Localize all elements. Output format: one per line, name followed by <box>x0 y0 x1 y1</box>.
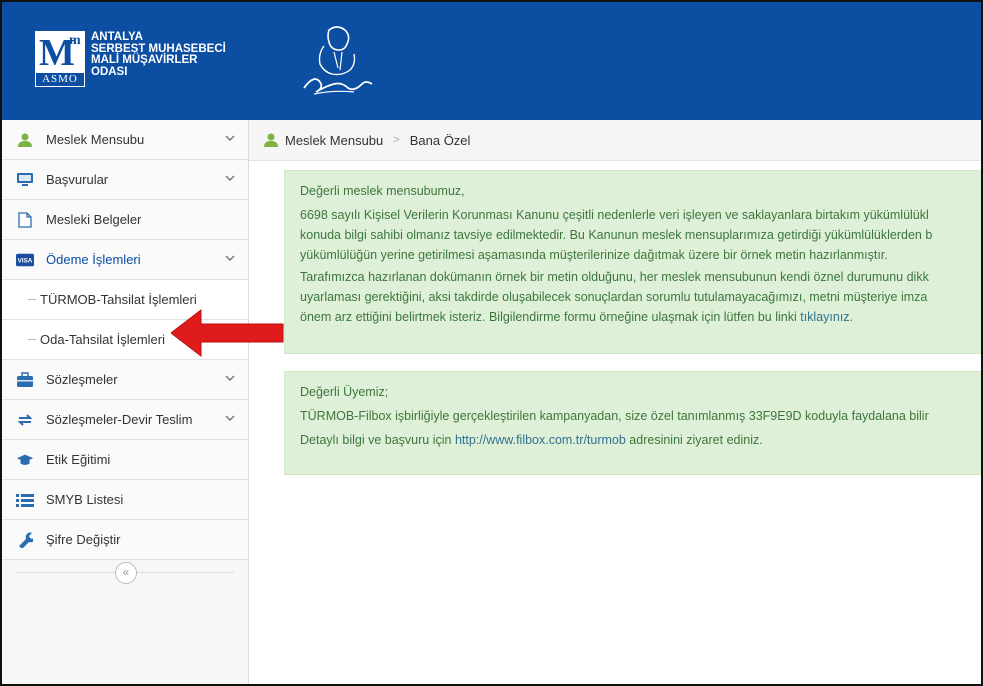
sidebar-item-label: Etik Eğitimi <box>46 452 111 467</box>
org-name-line: ODASI <box>91 65 128 78</box>
alert-text-line: TÜRMOB-Filbox işbirliğiyle gerçekleştiri… <box>300 409 929 423</box>
alert-text-line: yükümlülüğün yerine getirilmesi aşamasın… <box>300 248 888 262</box>
graduation-cap-icon <box>16 451 34 469</box>
alert-greeting: Değerli Üyemiz; <box>300 385 389 399</box>
briefcase-icon <box>16 371 34 389</box>
alert-text-line: 6698 sayılı Kişisel Verilerin Korunması … <box>300 208 929 222</box>
sidebar-item-sozlesmeler-devir-teslim[interactable]: Sözleşmeler-Devir Teslim <box>2 400 248 440</box>
app-window: M m ASMO ANTALYA SERBEST MUHASEBECİ MALİ… <box>0 0 983 686</box>
alert-text-line: önem arz ettiğini belirtmek isteriz. Bil… <box>300 307 981 327</box>
sidebar-item-label: SMYB Listesi <box>46 492 124 507</box>
alert-text: adresinini ziyaret ediniz. <box>625 433 763 447</box>
chevron-down-icon <box>225 175 235 182</box>
red-pointer-arrow-icon <box>171 308 284 358</box>
sidebar-item-label: Şifre Değiştir <box>46 532 121 547</box>
sidebar-item-meslek-mensubu[interactable]: Meslek Mensubu <box>2 120 248 160</box>
sidebar: Meslek Mensubu Başvurular Mesleki Belgel… <box>2 120 249 684</box>
alert-text-line: Tarafımızca hazırlanan dokümanın örnek b… <box>300 270 929 284</box>
alert-greeting: Değerli meslek mensubumuz, <box>300 184 465 198</box>
org-name-line: MALİ MÜŞAVİRLER <box>91 54 198 66</box>
sidebar-item-mesleki-belgeler[interactable]: Mesleki Belgeler <box>2 200 248 240</box>
kvkk-form-link[interactable]: tıklayınız. <box>800 310 853 324</box>
ataturk-portrait-signature-icon <box>303 26 373 95</box>
chevron-down-icon <box>225 375 235 382</box>
sidebar-item-etik-egitimi[interactable]: Etik Eğitimi <box>2 440 248 480</box>
alert-text-line: Detaylı bilgi ve başvuru için http://www… <box>300 430 981 450</box>
chevron-down-icon <box>225 415 235 422</box>
breadcrumb-item[interactable]: Meslek Mensubu <box>285 133 383 148</box>
breadcrumb-separator: > <box>393 134 400 146</box>
filbox-link[interactable]: http://www.filbox.com.tr/turmob <box>455 433 626 447</box>
user-icon <box>16 131 34 149</box>
alert-text-line: uyarlaması gerektiğini, aksi takdirde ol… <box>300 290 928 304</box>
document-icon <box>16 211 34 229</box>
sidebar-item-basvurular[interactable]: Başvurular <box>2 160 248 200</box>
breadcrumb: Meslek Mensubu > Bana Özel <box>249 120 981 161</box>
alert-text: önem arz ettiğini belirtmek isteriz. Bil… <box>300 310 801 324</box>
sidebar-item-label: Sözleşmeler-Devir Teslim <box>46 412 193 427</box>
svg-text:VISA: VISA <box>18 257 33 264</box>
sidebar-item-smyb-listesi[interactable]: SMYB Listesi <box>2 480 248 520</box>
logo-superscript: m <box>69 33 81 48</box>
sidebar-item-odeme-islemleri[interactable]: VISA Ödeme İşlemleri <box>2 240 248 280</box>
sidebar-collapse-row: « <box>2 560 248 586</box>
organization-name: ANTALYA SERBEST MUHASEBECİ MALİ MÜŞAVİRL… <box>91 31 226 78</box>
sidebar-item-sozlesmeler[interactable]: Sözleşmeler <box>2 360 248 400</box>
transfer-icon <box>16 411 34 429</box>
collapse-sidebar-button[interactable]: « <box>115 562 137 584</box>
sidebar-item-label: Başvurular <box>46 172 109 187</box>
wrench-icon <box>16 531 34 549</box>
chevron-down-icon <box>225 135 235 142</box>
logo-abbreviation: ASMO <box>36 73 84 86</box>
chevron-down-icon <box>225 255 235 262</box>
monitor-icon <box>16 171 34 189</box>
kvkk-info-alert: Değerli meslek mensubumuz, 6698 sayılı K… <box>284 170 981 354</box>
sidebar-item-label: Sözleşmeler <box>46 372 118 387</box>
sidebar-item-label: Mesleki Belgeler <box>46 212 142 227</box>
asmo-logo[interactable]: M m ASMO <box>35 31 85 87</box>
org-name-line: ANTALYA <box>91 31 143 43</box>
visa-card-icon: VISA <box>16 251 34 269</box>
sidebar-item-label: Meslek Mensubu <box>46 132 145 147</box>
list-icon <box>16 491 34 509</box>
sidebar-item-sifre-degistir[interactable]: Şifre Değiştir <box>2 520 248 560</box>
filbox-campaign-alert: Değerli Üyemiz; TÜRMOB-Filbox işbirliğiy… <box>284 371 981 475</box>
breadcrumb-item-current: Bana Özel <box>409 132 471 148</box>
sidebar-item-label: Ödeme İşlemleri <box>46 252 141 267</box>
user-icon <box>263 132 279 148</box>
header-bar: M m ASMO ANTALYA SERBEST MUHASEBECİ MALİ… <box>2 2 981 120</box>
alert-text: Detaylı bilgi ve başvuru için <box>300 433 455 447</box>
alert-text-line: konuda bilgi sahibi olmanız tavsiye edil… <box>300 228 933 242</box>
